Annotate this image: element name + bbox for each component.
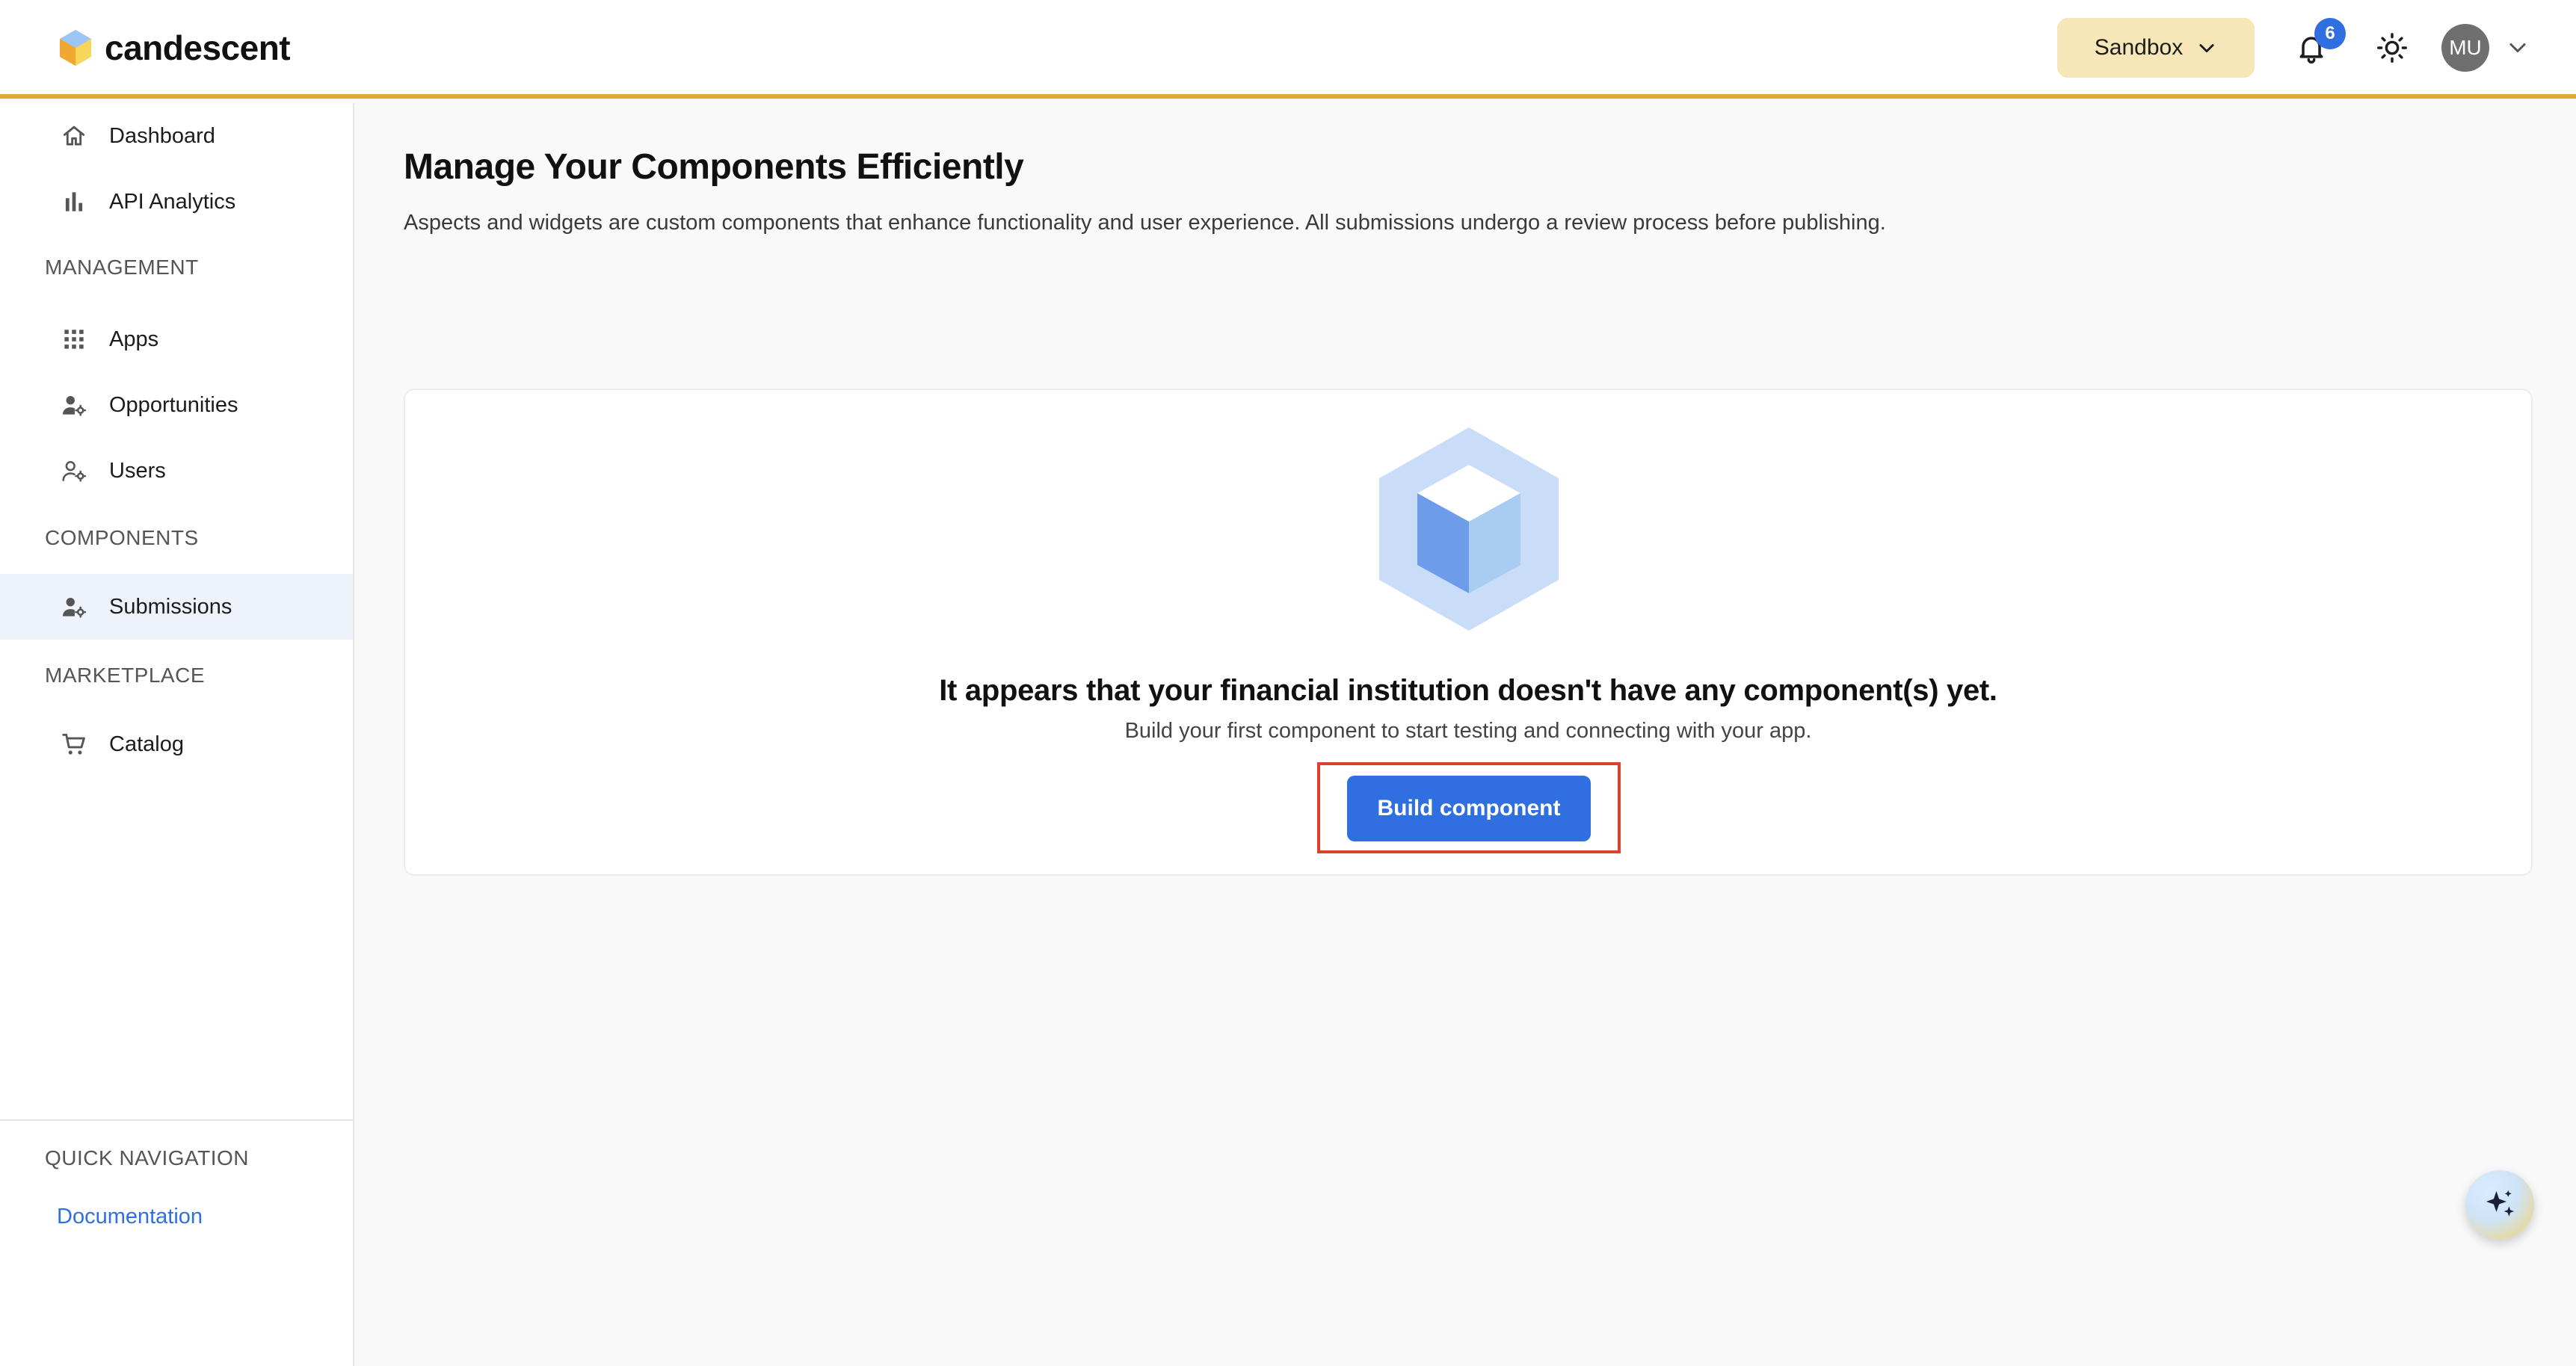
cart-icon xyxy=(62,733,85,755)
grid-icon xyxy=(64,330,84,349)
theme-toggle[interactable] xyxy=(2371,27,2413,69)
section-title-quick-navigation: QUICK NAVIGATION xyxy=(45,1146,249,1169)
bar-chart-icon xyxy=(65,192,83,211)
sun-icon xyxy=(2377,33,2407,63)
chevron-down-icon xyxy=(2199,44,2214,53)
empty-state-card: It appears that your financial instituti… xyxy=(404,389,2533,876)
brand-logo[interactable]: candescent xyxy=(58,25,291,70)
sparkles-icon xyxy=(2486,1190,2515,1217)
section-title-marketplace: MARKETPLACE xyxy=(45,664,205,687)
empty-state-title: It appears that your financial instituti… xyxy=(939,674,1997,707)
top-header: candescent Sandbox 6 MU xyxy=(0,0,2576,99)
sidebar-item-submissions[interactable]: Submissions xyxy=(0,574,353,640)
documentation-link[interactable]: Documentation xyxy=(57,1205,203,1229)
sidebar-item-label: Users xyxy=(109,458,166,483)
sidebar-item-api-analytics[interactable]: API Analytics xyxy=(0,169,353,235)
environment-label: Sandbox xyxy=(2094,35,2184,60)
chevron-down-icon[interactable] xyxy=(2504,34,2531,61)
sidebar-item-apps[interactable]: Apps xyxy=(0,306,353,372)
user-avatar[interactable]: MU xyxy=(2441,24,2489,72)
ai-assistant-button[interactable] xyxy=(2465,1170,2534,1239)
sidebar-item-opportunities[interactable]: Opportunities xyxy=(0,372,353,438)
page-title: Manage Your Components Efficiently xyxy=(404,147,1024,187)
section-title-components: COMPONENTS xyxy=(45,526,199,549)
sidebar: Dashboard API Analytics MANAGEMENT Apps xyxy=(0,103,354,1366)
page-subtitle: Aspects and widgets are custom component… xyxy=(404,211,1886,235)
sidebar-item-label: API Analytics xyxy=(109,189,236,214)
notification-count-badge: 6 xyxy=(2314,18,2346,49)
user-gear-icon xyxy=(62,395,87,416)
sidebar-item-users[interactable]: Users xyxy=(0,438,353,504)
user-gear-icon xyxy=(62,597,87,618)
sidebar-item-catalog[interactable]: Catalog xyxy=(0,711,353,777)
environment-select[interactable]: Sandbox xyxy=(2057,18,2255,78)
component-cube-icon xyxy=(1379,427,1559,631)
sidebar-item-dashboard[interactable]: Dashboard xyxy=(0,103,353,169)
candescent-logo-icon xyxy=(60,30,91,66)
sidebar-item-label: Submissions xyxy=(109,594,232,619)
sidebar-item-label: Opportunities xyxy=(109,392,238,417)
user-gear-outline-icon xyxy=(62,461,87,482)
sidebar-item-label: Apps xyxy=(109,327,159,351)
home-icon xyxy=(63,126,85,146)
sidebar-item-label: Dashboard xyxy=(109,123,215,148)
brand-name: candescent xyxy=(105,28,291,67)
sidebar-divider xyxy=(0,1119,353,1121)
empty-state-description: Build your first component to start test… xyxy=(1124,719,1812,743)
sidebar-item-label: Catalog xyxy=(109,732,184,756)
section-title-management: MANAGEMENT xyxy=(45,256,199,279)
build-component-button[interactable]: Build component xyxy=(1347,776,1591,841)
